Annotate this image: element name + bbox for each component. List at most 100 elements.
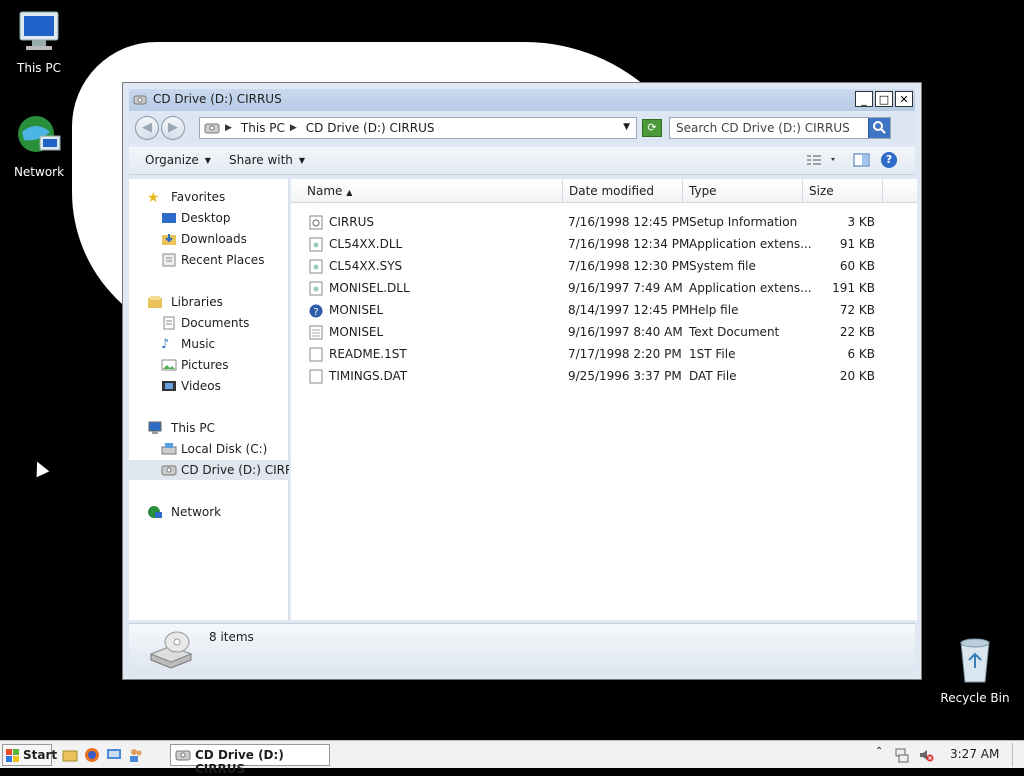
nav-label: Desktop: [181, 211, 231, 225]
file-date: 9/16/1997 7:49 AM: [568, 281, 683, 295]
file-date: 7/16/1998 12:30 PM: [568, 259, 690, 273]
file-date: 7/16/1998 12:34 PM: [568, 237, 690, 251]
start-button[interactable]: Start: [2, 744, 57, 766]
chevron-up-icon[interactable]: ⌃: [875, 746, 883, 757]
breadcrumb-cd-drive[interactable]: CD Drive (D:) CIRRUS: [306, 121, 435, 135]
nav-recent-places[interactable]: Recent Places: [129, 250, 289, 270]
volume-muted-icon[interactable]: [918, 747, 934, 763]
refresh-button[interactable]: ⟳: [642, 119, 662, 137]
organize-button[interactable]: Organize ▼: [145, 153, 211, 167]
table-row[interactable]: ? MONISEL 8/14/1997 12:45 PM Help file 7…: [291, 299, 917, 321]
nav-cd-drive[interactable]: CD Drive (D:) CIRRUS: [129, 460, 289, 480]
breadcrumb-this-pc[interactable]: This PC: [241, 121, 285, 135]
desktop-icon-recycle-bin[interactable]: Recycle Bin: [936, 636, 1014, 705]
chevron-right-icon[interactable]: ▶: [290, 123, 297, 133]
column-header-date[interactable]: Date modified: [563, 179, 683, 203]
chat-icon[interactable]: [106, 747, 122, 763]
help-button[interactable]: ?: [881, 152, 897, 168]
folder-icon[interactable]: [62, 747, 78, 763]
nav-videos[interactable]: Videos: [129, 376, 289, 396]
blank-file-icon: [309, 369, 323, 384]
item-count: 8 items: [209, 630, 254, 644]
cd-drive-icon: [204, 123, 220, 134]
help-file-icon: ?: [309, 304, 323, 318]
taskbar: Start CD Drive (D:) CIRRUS ⌃ 3:27 AM: [0, 740, 1024, 776]
chevron-down-icon: ▼: [204, 156, 211, 165]
show-desktop-button[interactable]: [1012, 743, 1022, 767]
column-header-name[interactable]: Name ▲: [291, 179, 563, 203]
chevron-down-icon[interactable]: ▼: [623, 122, 630, 132]
nav-local-disk[interactable]: Local Disk (C:): [129, 439, 289, 459]
documents-icon: [163, 316, 175, 330]
file-size: 20 KB: [839, 369, 875, 383]
table-row[interactable]: TIMINGS.DAT 9/25/1996 3:37 PM DAT File 2…: [291, 365, 917, 387]
desktop-icon-this-pc[interactable]: This PC: [0, 10, 78, 75]
cd-drive-icon: [133, 95, 147, 105]
table-row[interactable]: CL54XX.DLL 7/16/1998 12:34 PM Applicatio…: [291, 233, 917, 255]
table-row[interactable]: MONISEL 9/16/1997 8:40 AM Text Document …: [291, 321, 917, 343]
share-with-button[interactable]: Share with ▼: [229, 153, 305, 167]
explorer-window: CD Drive (D:) CIRRUS _ □ ✕ ◀ ▶ ▶ This PC…: [122, 82, 922, 680]
maximize-button[interactable]: □: [875, 91, 893, 107]
column-header-type[interactable]: Type: [683, 179, 803, 203]
settings-file-icon: [309, 215, 323, 230]
search-icon[interactable]: [868, 118, 890, 138]
desktop-icon-network[interactable]: Network: [0, 112, 78, 179]
back-button[interactable]: ◀: [135, 116, 159, 140]
nav-libraries[interactable]: Libraries: [129, 292, 289, 312]
sort-ascending-icon: ▲: [346, 188, 353, 197]
browser-icon[interactable]: [84, 747, 100, 763]
file-type: Setup Information: [689, 215, 798, 229]
downloads-folder-icon: [162, 234, 176, 245]
file-type: Application extens...: [689, 237, 812, 251]
column-header-size[interactable]: Size: [803, 179, 883, 203]
nav-label: Documents: [181, 316, 250, 330]
title-bar[interactable]: CD Drive (D:) CIRRUS _ □ ✕: [129, 89, 915, 111]
network-tray-icon[interactable]: [894, 747, 910, 763]
nav-this-pc[interactable]: This PC: [129, 418, 289, 438]
preview-pane-button[interactable]: [853, 152, 871, 171]
file-name: MONISEL: [329, 325, 384, 339]
close-button[interactable]: ✕: [895, 91, 913, 107]
file-size: 6 KB: [847, 347, 875, 361]
details-pane: 8 items: [129, 623, 915, 675]
search-placeholder: Search CD Drive (D:) CIRRUS: [676, 121, 850, 135]
file-size: 60 KB: [839, 259, 875, 273]
chevron-right-icon[interactable]: ▶: [225, 123, 232, 133]
taskbar-window-button[interactable]: CD Drive (D:) CIRRUS: [170, 744, 330, 776]
table-row[interactable]: MONISEL.DLL 9/16/1997 7:49 AM Applicatio…: [291, 277, 917, 299]
pictures-icon: [161, 359, 177, 371]
cd-drive-icon: [175, 750, 191, 761]
nav-network[interactable]: Network: [129, 502, 289, 522]
table-row[interactable]: CIRRUS 7/16/1998 12:45 PM Setup Informat…: [291, 211, 917, 233]
chevron-down-icon: ▼: [298, 156, 306, 165]
minimize-button[interactable]: _: [855, 91, 873, 107]
nav-favorites[interactable]: ★ Favorites: [129, 187, 289, 207]
nav-pictures[interactable]: Pictures: [129, 355, 289, 375]
column-label: Name: [307, 184, 343, 198]
users-icon[interactable]: [128, 747, 144, 763]
taskbar-window-label: CD Drive (D:) CIRRUS: [195, 748, 284, 776]
search-input[interactable]: Search CD Drive (D:) CIRRUS: [669, 117, 891, 139]
navigation-pane: ★ Favorites Desktop Downloads Recent Pla…: [129, 179, 289, 620]
forward-button[interactable]: ▶: [161, 116, 185, 140]
nav-documents[interactable]: Documents: [129, 313, 289, 333]
nav-label: Favorites: [171, 190, 226, 204]
table-row[interactable]: README.1ST 7/17/1998 2:20 PM 1ST File 6 …: [291, 343, 917, 365]
file-type: Text Document: [689, 325, 780, 339]
view-options-button[interactable]: [805, 152, 839, 171]
clock[interactable]: 3:27 AM: [950, 747, 999, 761]
file-size: 3 KB: [847, 215, 875, 229]
start-label: Start: [23, 748, 58, 762]
file-date: 7/16/1998 12:45 PM: [568, 215, 690, 229]
nav-label: Pictures: [181, 358, 229, 372]
recent-places-icon: [162, 253, 176, 267]
address-bar[interactable]: ▶ This PC ▶ CD Drive (D:) CIRRUS ▼: [199, 117, 637, 139]
nav-downloads[interactable]: Downloads: [129, 229, 289, 249]
nav-desktop[interactable]: Desktop: [129, 208, 289, 228]
videos-icon: [162, 381, 176, 391]
system-file-icon: [309, 259, 323, 274]
table-row[interactable]: CL54XX.SYS 7/16/1998 12:30 PM System fil…: [291, 255, 917, 277]
share-with-label: Share with: [229, 153, 293, 167]
nav-music[interactable]: ♪ Music: [129, 334, 289, 354]
